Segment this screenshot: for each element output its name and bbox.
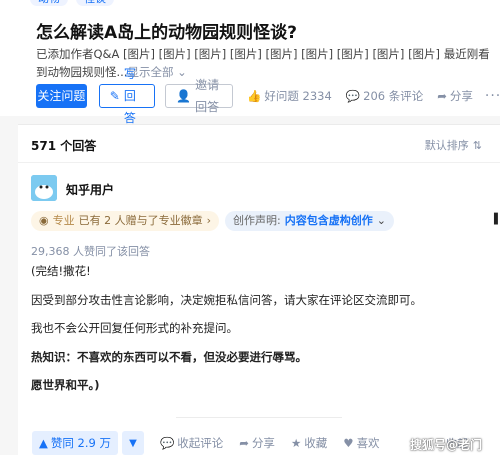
share-button[interactable]: ➦ 分享 bbox=[239, 435, 275, 451]
invite-label: 邀请回答 bbox=[195, 78, 220, 114]
divider bbox=[176, 417, 342, 418]
comments-label: 206 条评论 bbox=[363, 89, 424, 103]
declaration-badge[interactable]: 创作声明: 内容包含虚构创作 ⌄ bbox=[225, 211, 394, 231]
pencil-icon: ✎ bbox=[109, 89, 120, 103]
share-icon: ➦ bbox=[437, 89, 447, 103]
chevron-down-icon: ⌄ bbox=[376, 214, 386, 227]
cursor-icon: ▌ bbox=[494, 214, 500, 225]
question-description: 已添加作者Q&A [图片] [图片] [图片] [图片] [图片] [图片] [… bbox=[36, 45, 498, 81]
page: 动物 怪谈 怎么解读A岛上的动物园规则怪谈? 已添加作者Q&A [图片] [图片… bbox=[0, 0, 500, 455]
good-question-label: 好问题 2334 bbox=[264, 89, 332, 103]
description-text: 到动物园规则怪... bbox=[36, 65, 128, 79]
favorite-button[interactable]: ★ 收藏 bbox=[291, 435, 327, 451]
watermark: 搜狐号@老门 bbox=[410, 438, 483, 452]
medal-icon: ◉ bbox=[39, 214, 49, 227]
share-label: 分享 bbox=[449, 89, 473, 103]
more-icon[interactable]: ··· bbox=[485, 88, 500, 104]
description-line: 已添加作者Q&A [图片] [图片] [图片] [图片] [图片] [图片] [… bbox=[36, 47, 490, 61]
topic-list: 动物 怪谈 bbox=[30, 0, 114, 6]
answer-actions: ▲ 赞同 2.9 万 ▼ 💬 收起评论 ➦ 分享 ★ 收藏 ♥ 喜欢 bbox=[32, 431, 380, 455]
chevron-right-icon: › bbox=[206, 214, 212, 227]
question-header: 动物 怪谈 怎么解读A岛上的动物园规则怪谈? 已添加作者Q&A [图片] [图片… bbox=[0, 0, 500, 125]
comment-icon: 💬 bbox=[159, 436, 175, 450]
sort-icon: ⇅ bbox=[472, 138, 482, 152]
triangle-up-icon: ▲ bbox=[39, 436, 48, 450]
collapse-comments-label: 收起评论 bbox=[177, 436, 224, 450]
comment-icon: 💬 bbox=[345, 89, 361, 103]
answer-card: 571 个回答 默认排序 ⇅ 知乎用户 ◉ 专业 已有 2 人赠与了专业徽章 › bbox=[18, 124, 500, 455]
comments-button[interactable]: 💬 206 条评论 bbox=[346, 88, 423, 104]
pro-prefix: 专业 bbox=[52, 214, 75, 227]
answer-body: (完结!撒花! 因受到部分攻击性言论影响，决定婉拒私信问答，请大家在评论区交流即… bbox=[31, 263, 491, 406]
pro-badge[interactable]: ◉ 专业 已有 2 人赠与了专业徽章 › bbox=[31, 211, 220, 231]
topic-tag[interactable]: 怪谈 bbox=[76, 0, 114, 6]
write-answer-label: 写回答 bbox=[123, 67, 136, 125]
vote-up-label: 赞同 2.9 万 bbox=[50, 436, 111, 450]
favorite-label: 收藏 bbox=[304, 436, 328, 450]
paragraph: 我也不会公开回复任何形式的补充提问。 bbox=[31, 321, 238, 335]
follow-question-button[interactable]: 关注问题 bbox=[36, 84, 87, 108]
thumb-up-icon: 👍 bbox=[247, 89, 262, 103]
invite-answer-button[interactable]: 👤 邀请回答 bbox=[165, 78, 234, 114]
paragraph: 愿世界和平。) bbox=[31, 378, 100, 392]
chevron-down-icon: ⌄ bbox=[177, 65, 187, 79]
add-user-icon: 👤 bbox=[176, 89, 192, 103]
good-question-button[interactable]: 👍 好问题 2334 bbox=[247, 88, 332, 104]
sort-dropdown[interactable]: 默认排序 ⇅ bbox=[425, 137, 482, 153]
approval-count: 29,368 人赞同了该回答 bbox=[31, 245, 150, 258]
declaration-value: 内容包含虚构创作 bbox=[284, 214, 373, 227]
share-label: 分享 bbox=[251, 436, 275, 450]
topic-tag[interactable]: 动物 bbox=[30, 0, 68, 6]
author-name[interactable]: 知乎用户 bbox=[66, 181, 114, 198]
vote-up-button[interactable]: ▲ 赞同 2.9 万 bbox=[32, 431, 118, 455]
paragraph: 热知识：不喜欢的东西可以不看，但没必要进行辱骂。 bbox=[31, 349, 307, 364]
write-answer-button[interactable]: ✎ 写回答 bbox=[98, 67, 156, 125]
sort-label: 默认排序 bbox=[424, 139, 469, 152]
like-button[interactable]: ♥ 喜欢 bbox=[343, 435, 379, 451]
question-actions: 关注问题 ✎ 写回答 👤 邀请回答 👍 好问题 2334 💬 206 条评论 ➦… bbox=[36, 67, 500, 125]
share-icon: ➦ bbox=[239, 436, 249, 450]
declaration-label: 创作声明: bbox=[233, 214, 281, 227]
badge-row: ◉ 专业 已有 2 人赠与了专业徽章 › 创作声明: 内容包含虚构创作 ⌄ bbox=[31, 211, 394, 231]
paragraph: 因受到部分攻击性言论影响，决定婉拒私信问答，请大家在评论区交流即可。 bbox=[31, 292, 422, 307]
avatar[interactable] bbox=[31, 175, 57, 201]
question-title[interactable]: 怎么解读A岛上的动物园规则怪谈? bbox=[36, 18, 297, 43]
heart-icon: ♥ bbox=[343, 436, 354, 450]
triangle-down-icon: ▼ bbox=[129, 437, 137, 449]
collapse-comments-button[interactable]: 💬 收起评论 bbox=[160, 435, 223, 451]
share-button[interactable]: ➦ 分享 bbox=[437, 88, 473, 104]
pro-text: 已有 2 人赠与了专业徽章 bbox=[78, 214, 203, 227]
paragraph: (完结!撒花! bbox=[31, 264, 91, 278]
answers-header: 571 个回答 默认排序 ⇅ bbox=[18, 125, 500, 163]
vote-down-button[interactable]: ▼ bbox=[121, 431, 144, 455]
like-label: 喜欢 bbox=[356, 436, 380, 450]
star-icon: ★ bbox=[290, 436, 302, 450]
answer-count: 571 个回答 bbox=[31, 139, 97, 153]
description-line2: 到动物园规则怪...显示全部 ⌄ bbox=[36, 63, 498, 81]
